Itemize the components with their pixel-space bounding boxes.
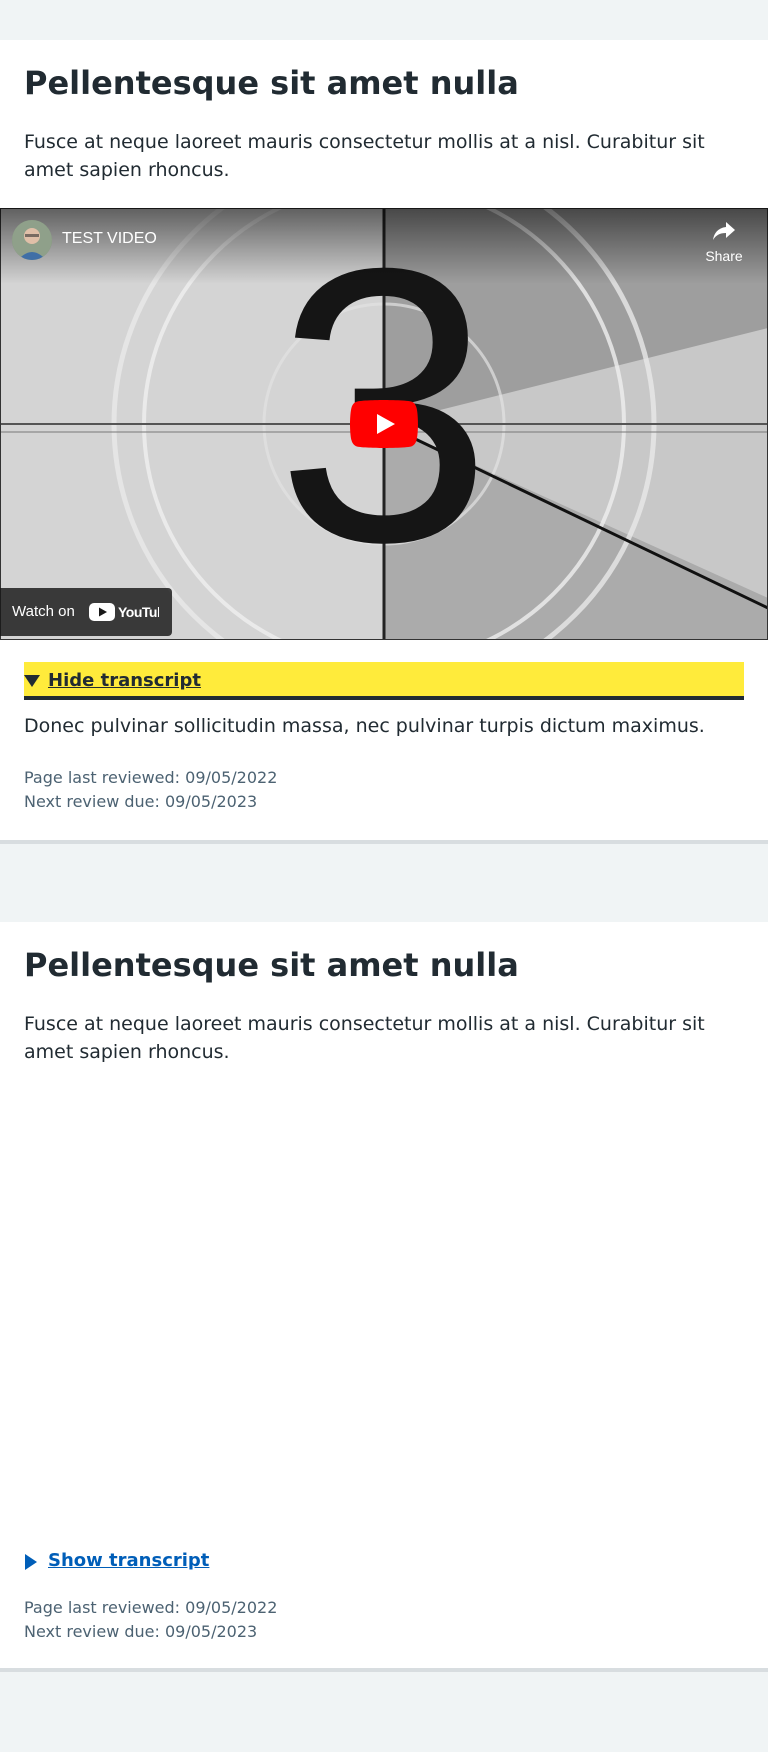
intro-text: Fusce at neque laoreet mauris consectetu… bbox=[24, 1013, 705, 1063]
next-review-due: Next review due: 09/05/2023 bbox=[24, 792, 258, 811]
share-label: Share bbox=[705, 248, 743, 264]
hide-transcript-toggle[interactable]: Hide transcript bbox=[24, 662, 744, 700]
transcript-text: Donec pulvinar sollicitudin massa, nec p… bbox=[24, 715, 705, 737]
watch-on-label: Watch on bbox=[12, 603, 75, 620]
watch-on-youtube-button[interactable]: Watch on YouTube bbox=[0, 588, 172, 636]
youtube-wordmark: YouTube bbox=[118, 604, 159, 620]
youtube-logo-icon: YouTube bbox=[89, 603, 159, 621]
video-embed[interactable]: 3 TEST VIDEO Share Wat bbox=[0, 208, 768, 640]
show-transcript-label: Show transcript bbox=[48, 1550, 210, 1571]
show-transcript-toggle[interactable]: Show transcript bbox=[24, 1542, 744, 1580]
hide-transcript-label: Hide transcript bbox=[48, 670, 201, 691]
content-card: Pellentesque sit amet nulla Fusce at neq… bbox=[0, 40, 768, 844]
section-heading: Pellentesque sit amet nulla bbox=[24, 64, 519, 102]
play-button[interactable] bbox=[350, 400, 418, 452]
triangle-right-icon bbox=[25, 1554, 37, 1570]
share-icon bbox=[713, 222, 735, 240]
triangle-down-icon bbox=[24, 675, 40, 687]
section-heading: Pellentesque sit amet nulla bbox=[24, 946, 519, 984]
play-icon bbox=[350, 400, 418, 448]
content-card: Pellentesque sit amet nulla Fusce at neq… bbox=[0, 922, 768, 1672]
page-last-reviewed: Page last reviewed: 09/05/2022 bbox=[24, 768, 278, 787]
next-review-due: Next review due: 09/05/2023 bbox=[24, 1622, 258, 1641]
intro-text: Fusce at neque laoreet mauris consectetu… bbox=[24, 131, 705, 181]
video-embed-placeholder bbox=[0, 1090, 768, 1522]
share-button[interactable]: Share bbox=[694, 220, 754, 264]
channel-avatar[interactable] bbox=[12, 220, 52, 260]
page-last-reviewed: Page last reviewed: 09/05/2022 bbox=[24, 1598, 278, 1617]
video-title[interactable]: TEST VIDEO bbox=[62, 230, 157, 248]
